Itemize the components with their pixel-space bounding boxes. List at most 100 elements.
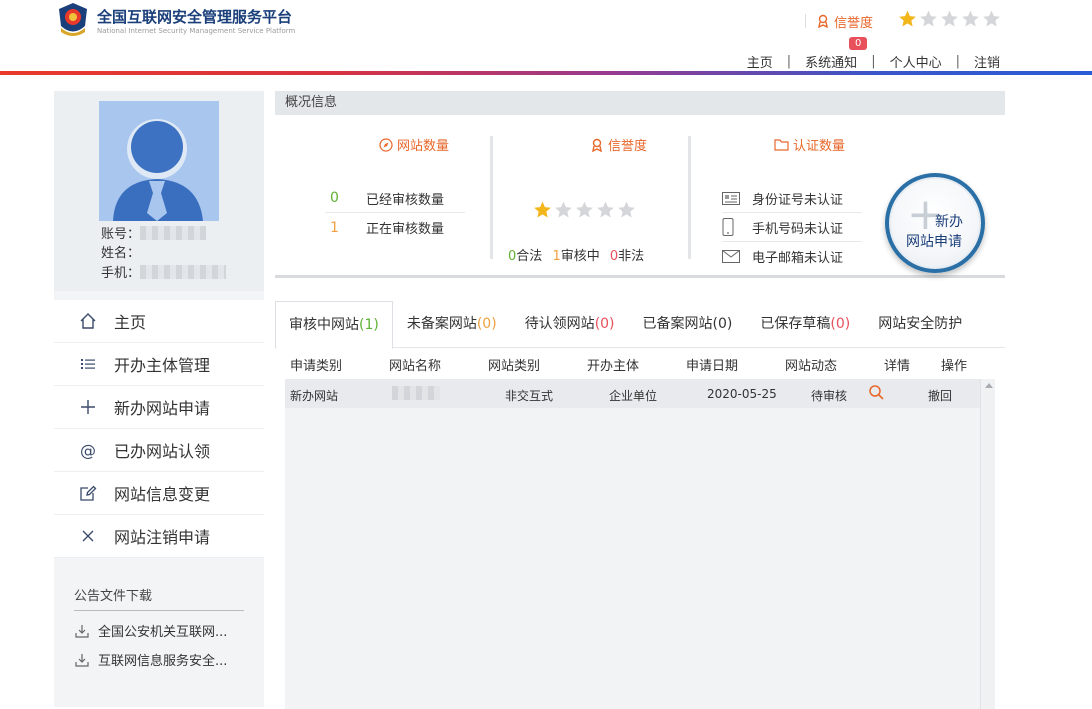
download-icon (75, 653, 89, 667)
tab-count: (0) (476, 316, 497, 332)
star-filled-icon (532, 200, 553, 224)
menu-item-site-cancel[interactable]: 网站注销申请 (54, 515, 264, 558)
at-icon: @ (80, 440, 96, 460)
list-icon (78, 354, 98, 374)
phone-label: 手机： (101, 266, 141, 281)
menu-item-entity-management[interactable]: 开办主体管理 (54, 343, 264, 386)
star-empty-icon (960, 9, 981, 33)
account-label: 账号： (101, 227, 141, 242)
tab-label: 已保存草稿 (760, 316, 831, 332)
tab-count: (0) (830, 316, 851, 332)
review-label: 审核中 (560, 249, 600, 264)
star-empty-icon (939, 9, 960, 33)
profile-card: 账号： 姓名： 手机： (54, 91, 264, 291)
download-icon (75, 624, 89, 638)
cert-phone-row: 手机号码未认证 (722, 213, 862, 242)
menu-item-claim-site[interactable]: @ 已办网站认领 (54, 429, 264, 472)
menu-item-label: 已办网站认领 (114, 442, 211, 461)
tab-label: 已备案网站 (642, 316, 713, 332)
divider (688, 136, 691, 259)
withdraw-button[interactable]: 撤回 (928, 387, 952, 404)
tab-count: (0) (594, 316, 615, 332)
tab-security[interactable]: 网站安全防护 (864, 301, 976, 348)
menu-item-label: 新办网站申请 (114, 399, 211, 418)
illegal-count: 0 (609, 249, 619, 264)
home-icon (78, 311, 98, 331)
name-label: 姓名： (101, 246, 141, 261)
nav-separator: | (955, 54, 960, 69)
reviewing-count: 1 (330, 219, 339, 236)
tab-filed[interactable]: 已备案网站(0) (629, 301, 747, 348)
cell-date: 2020-05-25 (707, 387, 777, 401)
nav-separator: | (871, 54, 876, 69)
tab-reviewing[interactable]: 审核中网站(1) (275, 301, 393, 349)
search-icon[interactable] (868, 384, 885, 404)
tab-label: 待认领网站 (524, 316, 595, 332)
table-body: 新办网站 非交互式 企业单位 2020-05-25 待审核 撤回 (285, 379, 995, 709)
download-link-label: 互联网信息服务安全... (98, 654, 228, 669)
main-content: 概况信息 网站数量 0 已经审核数量 1 正在审核数量 信誉度 0合法 1审核中… (275, 91, 1005, 709)
menu-item-home[interactable]: 主页 (54, 300, 264, 343)
scrollbar[interactable] (980, 379, 995, 709)
nav-notifications-link[interactable]: 系统通知 (805, 52, 857, 71)
phone-icon (722, 218, 752, 236)
column-header: 网站名称 (389, 358, 442, 374)
cell-type: 新办网站 (290, 389, 339, 403)
cert-title: 认证数量 (774, 135, 845, 154)
tab-unfiled[interactable]: 未备案网站(0) (393, 301, 511, 348)
tab-label: 网站安全防护 (878, 316, 963, 332)
header: 全国互联网安全管理服务平台 National Internet Security… (0, 0, 1092, 78)
menu-item-label: 主页 (114, 313, 147, 332)
site-tabs: 审核中网站(1) 未备案网站(0) 待认领网站(0) 已备案网站(0) 已保存草… (275, 301, 1005, 349)
avatar (99, 101, 219, 221)
site-count-reviewing-row: 1 正在审核数量 (325, 213, 465, 242)
reviewed-count: 0 (330, 190, 339, 206)
cert-id-label: 身份证号未认证 (752, 192, 844, 208)
table-row: 新办网站 非交互式 企业单位 2020-05-25 待审核 撤回 (285, 379, 980, 408)
nav-personal-center-link[interactable]: 个人中心 (890, 52, 942, 71)
nav-separator: | (786, 54, 792, 69)
reviewed-label: 已经审核数量 (366, 192, 445, 208)
download-link[interactable]: 互联网信息服务安全... (74, 650, 244, 669)
column-header: 申请日期 (686, 358, 739, 374)
illegal-label: 非法 (618, 249, 645, 264)
credit-rating-stars (532, 200, 637, 224)
menu-item-new-site[interactable]: 新办网站申请 (54, 386, 264, 429)
header-credit: 信誉度 (805, 10, 1002, 32)
star-empty-icon (918, 9, 939, 33)
tab-label: 未备案网站 (406, 316, 477, 332)
new-button-line2: 网站申请 (906, 234, 962, 250)
new-site-application-button[interactable]: + 新办 网站申请 (885, 173, 985, 273)
name-row: 姓名： (101, 242, 140, 261)
nav-home-link[interactable]: 主页 (747, 52, 773, 71)
overview-title: 概况信息 (275, 91, 1005, 115)
cert-mail-label: 电子邮箱未认证 (752, 251, 844, 266)
tab-drafts[interactable]: 已保存草稿(0) (746, 301, 864, 348)
column-header: 开办主体 (587, 358, 640, 374)
tab-to-claim[interactable]: 待认领网站(0) (511, 301, 629, 348)
download-link[interactable]: 全国公安机关互联网... (74, 621, 244, 640)
star-empty-icon (981, 9, 1002, 33)
edit-icon (78, 483, 98, 503)
cert-id-row: 身份证号未认证 (722, 184, 862, 213)
column-header: 网站类别 (488, 358, 541, 374)
scroll-up-arrow[interactable] (985, 383, 993, 388)
reviewing-label: 正在审核数量 (366, 222, 445, 237)
column-header: 详情 (884, 358, 911, 374)
id-card-icon (722, 191, 752, 205)
credit-stars (897, 9, 1002, 33)
cell-site-name-masked (392, 386, 440, 403)
cert-phone-label: 手机号码未认证 (752, 221, 844, 237)
column-header: 申请类别 (290, 358, 343, 374)
tab-label: 审核中网站 (289, 317, 359, 333)
tab-count: (1) (359, 317, 379, 333)
downloads-section: 公告文件下载 全国公安机关互联网... 互联网信息服务安全... (74, 585, 244, 669)
divider (805, 14, 806, 28)
credit-title: 信誉度 (590, 135, 647, 154)
credit-title-text: 信誉度 (608, 139, 648, 154)
menu-item-site-change[interactable]: 网站信息变更 (54, 472, 264, 515)
star-empty-icon (616, 200, 637, 224)
nav-logout-link[interactable]: 注销 (974, 52, 1000, 71)
mail-icon (722, 250, 752, 263)
site-count-title: 网站数量 (379, 135, 449, 154)
